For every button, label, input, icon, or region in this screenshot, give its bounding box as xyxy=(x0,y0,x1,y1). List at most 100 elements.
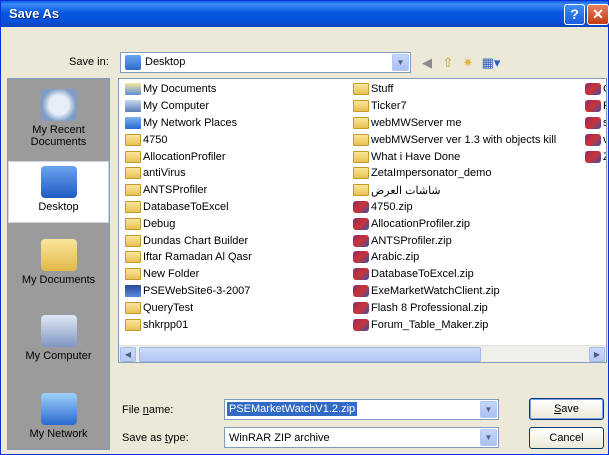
file-name-label: File name: xyxy=(122,404,174,416)
save-as-dialog: Save As ? ✕ Save in: Desktop ▼ ◀ ⇧ ✷ ▦▾ … xyxy=(0,0,609,455)
file-item[interactable]: Forum_Table_Maker.zip xyxy=(353,316,581,333)
file-name: What i Have Done xyxy=(371,150,461,163)
file-name: v xyxy=(603,134,606,146)
file-name: P xyxy=(603,100,606,112)
scroll-right-icon[interactable]: ▶ xyxy=(589,347,605,362)
folder-icon xyxy=(125,167,141,180)
file-item[interactable]: 4750 xyxy=(125,131,350,148)
scroll-left-icon[interactable]: ◀ xyxy=(120,347,136,362)
desktop-icon xyxy=(40,166,77,198)
file-item[interactable]: sl xyxy=(585,115,606,132)
zip-file-icon xyxy=(353,200,369,213)
network-icon xyxy=(40,393,77,425)
file-item[interactable]: New Folder xyxy=(125,266,350,283)
back-icon[interactable]: ◀ xyxy=(418,54,436,72)
file-item[interactable]: Iftar Ramadan Al Qasr xyxy=(125,249,350,266)
save-in-dropdown[interactable]: Desktop ▼ xyxy=(120,52,411,73)
folder-icon xyxy=(125,301,141,314)
file-item[interactable]: Stuff xyxy=(353,81,581,98)
place-label: My Documents xyxy=(21,274,96,286)
file-list[interactable]: My Documents My Computer My Network Places… xyxy=(118,78,607,363)
file-item[interactable]: Ticker7 xyxy=(353,98,581,115)
file-item[interactable]: ZetaImpersonator_demo xyxy=(353,165,581,182)
place-my-computer[interactable]: My Computer xyxy=(8,315,109,377)
file-item[interactable]: shkrpp01 xyxy=(125,316,350,333)
file-item[interactable]: My Computer xyxy=(125,98,350,115)
up-folder-icon[interactable]: ⇧ xyxy=(439,54,457,72)
file-name: 4750 xyxy=(143,133,168,146)
file-item[interactable]: DatabaseToExcel.zip xyxy=(353,266,581,283)
place-my-documents[interactable]: My Documents xyxy=(8,239,109,301)
dialog-title: Save As xyxy=(9,6,60,21)
folder-icon xyxy=(353,150,369,163)
file-name: Z xyxy=(603,151,606,163)
chevron-down-icon[interactable]: ▼ xyxy=(392,54,409,71)
file-name: AllocationProfiler.zip xyxy=(371,217,471,230)
zip-file-icon xyxy=(353,284,369,297)
cancel-button[interactable]: Cancel xyxy=(529,427,604,449)
proj-icon xyxy=(125,284,141,297)
place-recent-documents[interactable]: My Recent Documents xyxy=(8,89,109,154)
my-documents-icon xyxy=(40,239,77,271)
horizontal-scrollbar[interactable]: ◀ ▶ xyxy=(119,345,606,362)
file-item[interactable]: Debug xyxy=(125,215,350,232)
file-item[interactable]: Arabic.zip xyxy=(353,249,581,266)
place-my-network[interactable]: My Network xyxy=(8,393,109,449)
file-item[interactable]: ANTSProfiler xyxy=(125,182,350,199)
file-item[interactable]: QueryTest xyxy=(125,299,350,316)
file-name: AllocationProfiler xyxy=(143,150,226,163)
chevron-down-icon[interactable]: ▼ xyxy=(480,429,497,446)
file-name: Debug xyxy=(143,217,176,230)
view-menu-icon[interactable]: ▦▾ xyxy=(479,54,503,72)
file-name: Dundas Chart Builder xyxy=(143,234,249,247)
help-button[interactable]: ? xyxy=(564,4,585,25)
close-button[interactable]: ✕ xyxy=(587,4,609,25)
file-item[interactable]: AllocationProfiler.zip xyxy=(353,215,581,232)
folder-icon xyxy=(125,184,141,197)
file-name: DatabaseToExcel.zip xyxy=(371,268,474,281)
file-name: My Computer xyxy=(143,100,210,113)
file-item[interactable]: Flash 8 Professional.zip xyxy=(353,299,581,316)
folder-icon xyxy=(353,167,369,180)
zip-file-icon xyxy=(585,150,601,163)
file-item[interactable]: antiVirus xyxy=(125,165,350,182)
place-desktop[interactable]: Desktop xyxy=(8,161,109,223)
folder-icon xyxy=(125,251,141,264)
file-name: شاشات العرض xyxy=(371,184,441,197)
file-name: ExeMarketWatchClient.zip xyxy=(371,284,500,297)
file-item[interactable]: My Network Places xyxy=(125,115,350,132)
file-item[interactable]: Dundas Chart Builder xyxy=(125,232,350,249)
file-item[interactable]: شاشات العرض xyxy=(353,182,581,199)
place-label: Desktop xyxy=(38,201,79,213)
file-item[interactable]: v xyxy=(585,131,606,148)
zip-file-icon xyxy=(585,133,601,146)
file-item[interactable]: What i Have Done xyxy=(353,148,581,165)
file-name: My Network Places xyxy=(143,116,238,129)
file-column: Stuff Ticker7 webMWServer me webMWServer ve… xyxy=(353,81,581,333)
title-bar[interactable]: Save As ? ✕ xyxy=(1,1,609,27)
file-item[interactable]: PSEWebSite6-3-2007 xyxy=(125,283,350,300)
file-name-input[interactable]: PSEMarketWatchV1.2.zip ▼ xyxy=(224,399,499,420)
new-folder-icon[interactable]: ✷ xyxy=(459,54,477,72)
file-item[interactable]: DatabaseToExcel xyxy=(125,199,350,216)
file-name: Arabic.zip xyxy=(371,251,420,264)
file-item[interactable]: webMWServer ver 1.3 with objects kill xyxy=(353,131,581,148)
file-item[interactable]: P xyxy=(585,98,606,115)
file-item[interactable]: Z xyxy=(585,148,606,165)
scrollbar-thumb[interactable] xyxy=(139,347,481,362)
docs-icon xyxy=(125,83,141,96)
file-item[interactable]: ExeMarketWatchClient.zip xyxy=(353,283,581,300)
file-item[interactable]: My Documents xyxy=(125,81,350,98)
save-as-type-dropdown[interactable]: WinRAR ZIP archive ▼ xyxy=(224,427,499,448)
chevron-down-icon[interactable]: ▼ xyxy=(480,401,497,418)
file-item[interactable]: ANTSProfiler.zip xyxy=(353,232,581,249)
file-item[interactable]: G xyxy=(585,81,606,98)
file-name: Stuff xyxy=(371,83,394,96)
file-item[interactable]: 4750.zip xyxy=(353,199,581,216)
file-column: GPsl vZ xyxy=(585,81,606,165)
my-computer-icon xyxy=(40,315,77,347)
save-button[interactable]: Save xyxy=(529,398,604,420)
file-name: antiVirus xyxy=(143,167,186,180)
file-item[interactable]: AllocationProfiler xyxy=(125,148,350,165)
file-item[interactable]: webMWServer me xyxy=(353,115,581,132)
